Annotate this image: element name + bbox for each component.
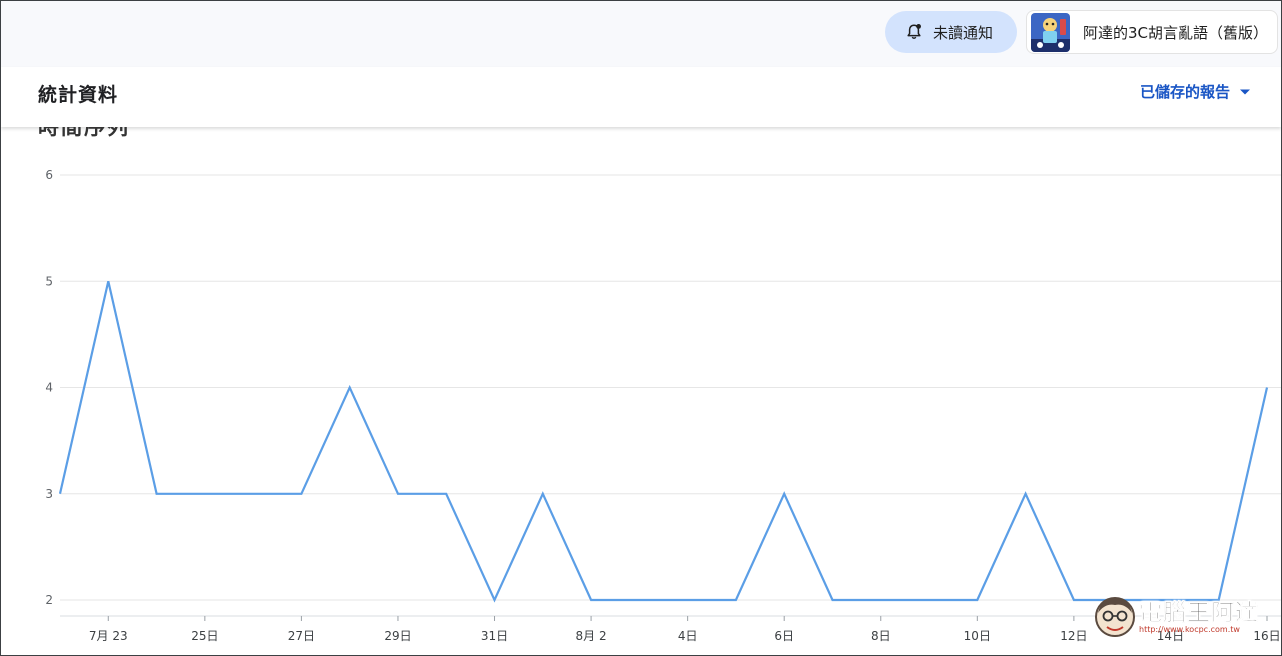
data-point	[492, 597, 498, 603]
watermark-title: 電腦王阿達	[1139, 600, 1259, 627]
data-point	[347, 385, 353, 391]
data-point	[250, 491, 256, 497]
x-tick-label: 10日	[964, 629, 991, 643]
x-tick-label: 8月 2	[576, 629, 607, 643]
data-point	[540, 491, 546, 497]
watermark-url: http://www.kocpc.com.tw	[1139, 625, 1240, 634]
y-axis-ticks: 2 3 4 5 6	[45, 168, 53, 607]
data-point	[298, 491, 304, 497]
x-tick-label: 27日	[288, 629, 315, 643]
chart-area: 時間序列 23456 7月 23 25日 27日 29日 31日 8月 2 4日 6日 8日 10…	[1, 115, 1281, 655]
data-point	[781, 491, 787, 497]
x-tick-label: 25日	[191, 629, 218, 643]
data-point	[1264, 385, 1270, 391]
data-point	[878, 597, 884, 603]
statistics-page: 未讀通知 阿達的3C胡言亂語（舊版） 統計資料 已儲存的報告 時間序列 2 3 …	[0, 0, 1282, 656]
unread-notifications-button[interactable]: 未讀通知	[885, 11, 1017, 53]
x-tick-label: 31日	[481, 629, 508, 643]
data-point	[1071, 597, 1077, 603]
data-point	[685, 597, 691, 603]
x-tick-label: 12日	[1060, 629, 1087, 643]
y-tick-label: 6	[45, 168, 53, 182]
mascot-face-icon	[1095, 597, 1135, 637]
data-point	[926, 597, 932, 603]
data-point	[1023, 491, 1029, 497]
x-tick-label: 6日	[774, 629, 794, 643]
blog-avatar-icon	[1031, 13, 1070, 52]
saved-reports-label: 已儲存的報告	[1139, 83, 1230, 101]
data-point	[202, 491, 208, 497]
x-tick-label: 7月 23	[89, 629, 128, 643]
page-title: 統計資料	[38, 84, 119, 106]
x-tick-label: 29日	[384, 629, 411, 643]
watermark: 電腦王阿達 http://www.kocpc.com.tw	[1093, 593, 1273, 645]
page-header: 統計資料 已儲存的報告	[1, 67, 1281, 127]
unread-notifications-label: 未讀通知	[932, 23, 993, 42]
y-tick-label: 2	[45, 593, 53, 607]
caret-down-icon	[1240, 89, 1250, 94]
data-point	[443, 491, 449, 497]
chart-series	[57, 278, 1270, 603]
data-point	[154, 491, 160, 497]
top-bar: 未讀通知 阿達的3C胡言亂語（舊版）	[1, 1, 1281, 67]
blog-selector[interactable]: 阿達的3C胡言亂語（舊版）	[1026, 10, 1278, 54]
y-tick-label: 4	[45, 381, 53, 395]
blog-avatar	[1031, 13, 1070, 52]
data-point	[57, 491, 63, 497]
x-tick-label: 4日	[678, 629, 698, 643]
series-line	[58, 281, 1269, 603]
blog-name: 阿達的3C胡言亂語（舊版）	[1083, 23, 1269, 42]
data-point	[636, 597, 642, 603]
x-tick-label: 8日	[871, 629, 891, 643]
chart-grid	[60, 174, 1281, 617]
data-point	[974, 597, 980, 603]
data-point	[829, 597, 835, 603]
bell-icon	[907, 24, 921, 40]
data-point	[588, 597, 594, 603]
data-point	[733, 597, 739, 603]
line-chart: 23456 7月 23 25日 27日 29日 31日 8月 2 4日 6日 8日 10日 12日 1…	[45, 168, 1281, 643]
y-tick-label: 5	[45, 274, 53, 288]
y-tick-label: 3	[45, 487, 53, 501]
data-point	[395, 491, 401, 497]
saved-reports-dropdown[interactable]: 已儲存的報告	[1140, 81, 1251, 102]
data-point	[105, 278, 111, 284]
